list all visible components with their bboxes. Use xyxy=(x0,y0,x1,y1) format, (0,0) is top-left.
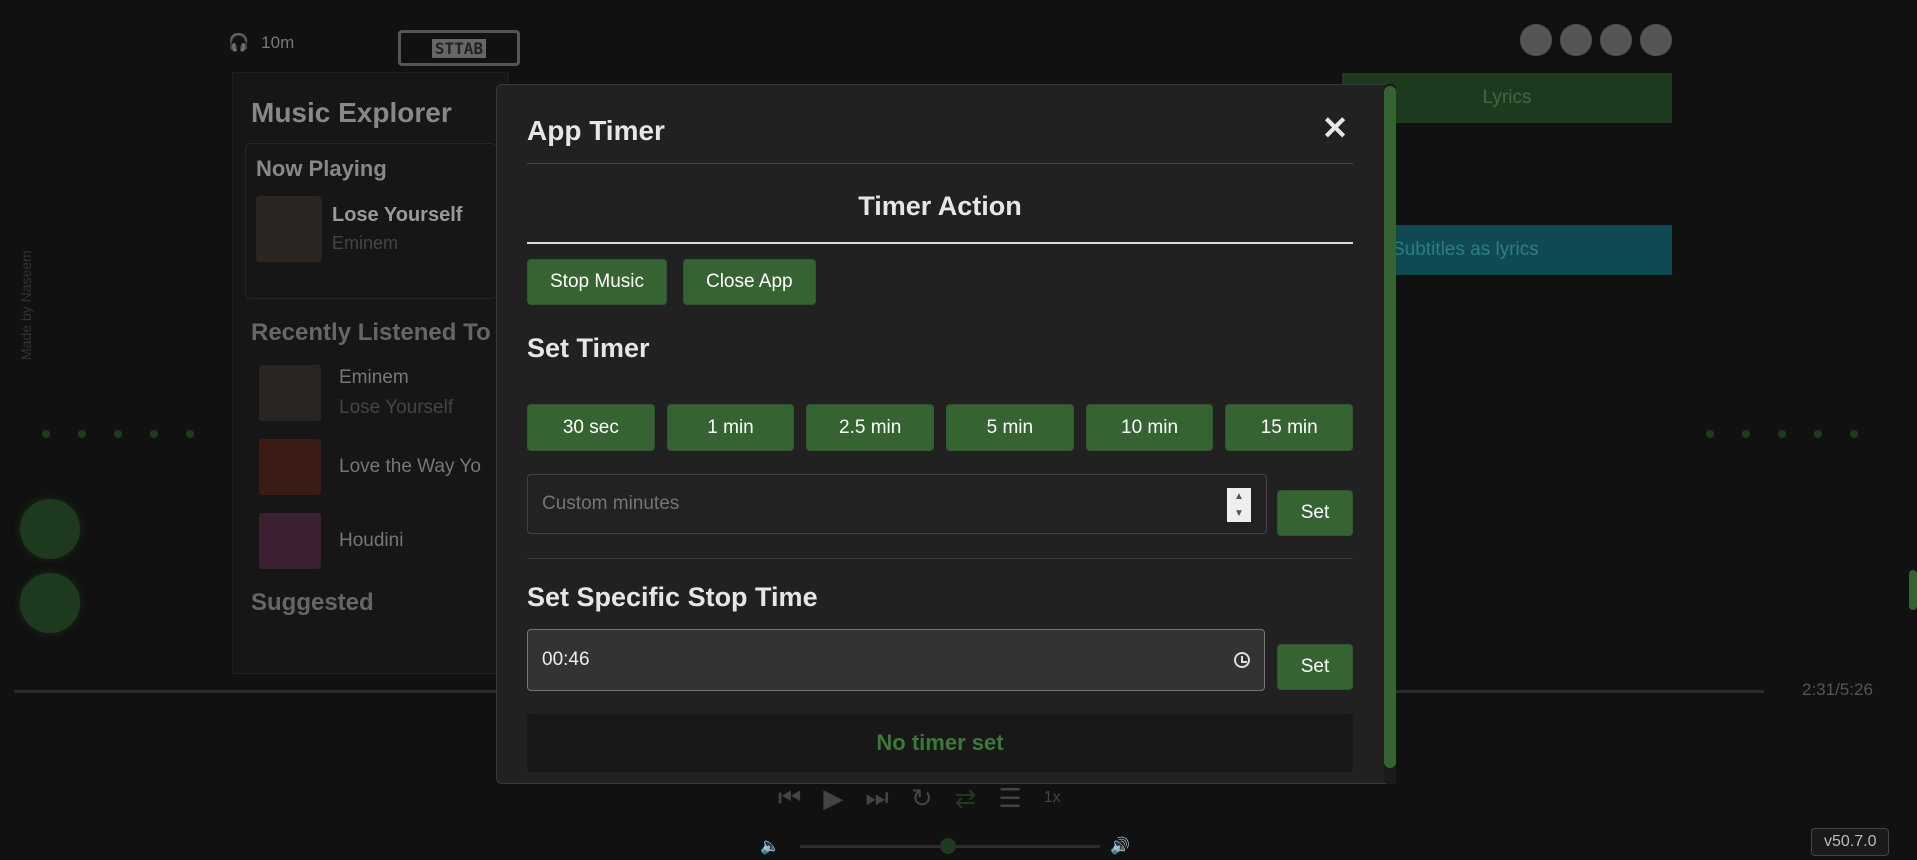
album-thumbnail xyxy=(259,439,321,495)
spinner-down-icon[interactable]: ▼ xyxy=(1234,508,1244,519)
clock-icon[interactable] xyxy=(1234,652,1250,668)
preset-30-sec-button[interactable]: 30 sec xyxy=(527,404,655,451)
timer-action-buttons: Stop Music Close App xyxy=(527,259,816,305)
scrollbar-thumb[interactable] xyxy=(1384,86,1396,768)
credit-text: Made by Naseem xyxy=(18,250,34,360)
timer-status: No timer set xyxy=(527,714,1353,772)
volume-low-icon: 🔈 xyxy=(760,838,780,855)
album-thumbnail xyxy=(259,365,321,421)
set-timer-title: Set Timer xyxy=(527,333,650,363)
listener-count: 10m xyxy=(261,33,295,52)
recent-heading: Recently Listened To xyxy=(251,319,491,346)
theme-icon[interactable] xyxy=(1560,24,1592,56)
list-item[interactable]: Eminem Lose Yourself xyxy=(259,365,508,421)
headphones-icon: 🎧 xyxy=(228,33,250,52)
divider xyxy=(527,558,1353,559)
now-playing-heading: Now Playing xyxy=(256,156,387,181)
list-item[interactable]: Houdini xyxy=(259,513,508,569)
album-thumbnail xyxy=(259,513,321,569)
close-button[interactable]: ✕ xyxy=(1317,109,1353,146)
preset-buttons: 30 sec 1 min 2.5 min 5 min 10 min 15 min xyxy=(527,404,1354,451)
page-scrollbar[interactable] xyxy=(1909,570,1917,610)
suggested-heading: Suggested xyxy=(251,589,374,616)
set-custom-button[interactable]: Set xyxy=(1277,490,1353,536)
preset-5-min-button[interactable]: 5 min xyxy=(946,404,1074,451)
divider xyxy=(527,242,1353,244)
set-stop-time-button[interactable]: Set xyxy=(1277,644,1353,690)
stop-music-button[interactable]: Stop Music xyxy=(527,259,667,305)
now-playing-card[interactable]: Now Playing Lose Yourself Eminem xyxy=(245,143,498,299)
forward-fab[interactable] xyxy=(20,573,80,633)
left-dots xyxy=(42,430,194,438)
specific-stop-time-title: Set Specific Stop Time xyxy=(527,582,818,612)
close-app-button[interactable]: Close App xyxy=(682,259,816,305)
modal-scrollbar[interactable] xyxy=(1384,84,1396,784)
preset-2-5-min-button[interactable]: 2.5 min xyxy=(806,404,935,451)
volume-slider[interactable]: 🔈 🔊 xyxy=(760,836,1150,856)
right-dots xyxy=(1706,430,1858,438)
speed-icon[interactable]: 1x xyxy=(1044,789,1061,807)
music-icon[interactable] xyxy=(1600,24,1632,56)
app-logo: STTAB xyxy=(398,30,520,66)
number-spinner[interactable]: ▲ ▼ xyxy=(1227,488,1251,522)
modal-title: App Timer xyxy=(527,115,665,146)
top-icons xyxy=(1520,24,1672,56)
rewind-fab[interactable] xyxy=(20,499,80,559)
volume-high-icon: 🔊 xyxy=(1110,838,1130,855)
music-explorer: Music Explorer Now Playing Lose Yourself… xyxy=(232,72,509,674)
stop-time-input[interactable]: 00:46 xyxy=(527,629,1265,691)
play-icon[interactable]: ▶ xyxy=(823,783,843,814)
explorer-title: Music Explorer xyxy=(251,97,452,128)
next-icon[interactable]: ⏭ xyxy=(865,782,888,814)
timer-action-title: Timer Action xyxy=(858,191,1022,221)
repeat-icon[interactable]: ↻ xyxy=(911,783,933,814)
now-playing-artist: Eminem xyxy=(332,233,399,253)
app-timer-modal: App Timer ✕ Timer Action Stop Music Clos… xyxy=(496,84,1394,784)
preset-1-min-button[interactable]: 1 min xyxy=(666,404,795,451)
album-thumbnail xyxy=(256,196,322,262)
globe-icon[interactable] xyxy=(1520,24,1552,56)
preset-10-min-button[interactable]: 10 min xyxy=(1085,404,1214,451)
preset-15-min-button[interactable]: 15 min xyxy=(1225,404,1354,451)
spinner-up-icon[interactable]: ▲ xyxy=(1234,491,1244,502)
previous-icon[interactable]: ⏮ xyxy=(778,782,801,814)
settings-icon[interactable] xyxy=(1640,24,1672,56)
topbar: 🎧 10m xyxy=(228,26,294,60)
list-item[interactable]: Love the Way Yo xyxy=(259,439,508,495)
now-playing-track: Lose Yourself xyxy=(332,204,463,226)
shuffle-icon[interactable]: ⇄ xyxy=(955,783,977,814)
player-controls: ⏮ ▶ ⏭ ↻ ⇄ ☰ 1x xyxy=(778,782,1061,814)
stop-time-value: 00:46 xyxy=(542,649,590,670)
queue-icon[interactable]: ☰ xyxy=(998,783,1021,814)
divider xyxy=(527,163,1353,164)
version-badge: v50.7.0 xyxy=(1811,828,1890,856)
playback-time: 2:31/5:26 xyxy=(1802,680,1873,699)
custom-minutes-input[interactable] xyxy=(527,474,1267,534)
